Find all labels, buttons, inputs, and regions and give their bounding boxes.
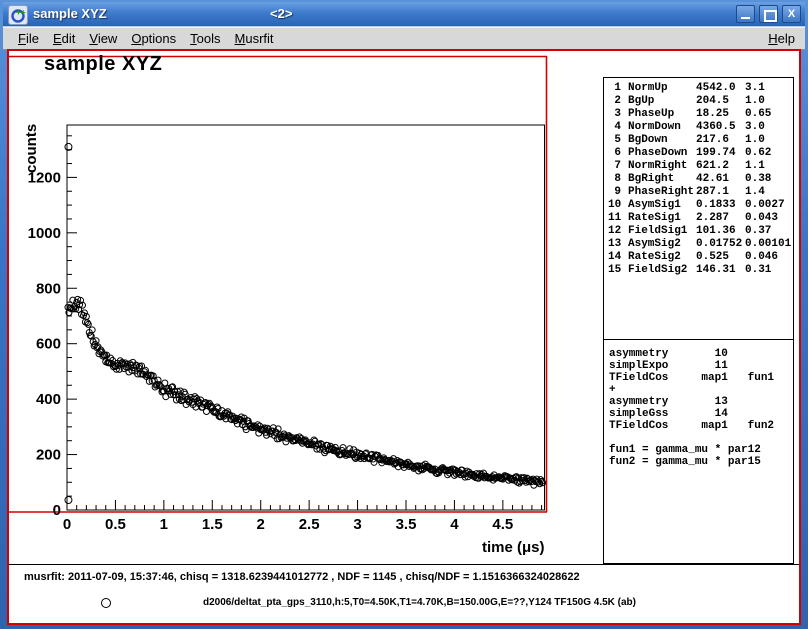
menu-item-options[interactable]: Options	[124, 30, 183, 47]
menu-item-view[interactable]: View	[82, 30, 124, 47]
root-app-icon: ++	[8, 5, 28, 25]
menu-item-musrfit[interactable]: Musrfit	[228, 30, 281, 47]
menubar: FileEditViewOptionsToolsMusrfit Help	[3, 27, 805, 50]
maximize-button[interactable]	[759, 5, 778, 23]
param-row: 13AsymSig20.017520.00101	[604, 238, 793, 251]
window-title: sample XYZ	[33, 6, 107, 21]
menu-item-help[interactable]: Help	[758, 30, 805, 47]
svg-text:3: 3	[353, 516, 361, 533]
main-plot-pad[interactable]: 00.511.522.533.544.502004006008001000120…	[9, 51, 601, 565]
svg-text:time (μs): time (μs)	[482, 539, 545, 556]
param-row: 1NormUp4542.03.1	[604, 82, 793, 95]
param-row: 2BgUp204.51.0	[604, 95, 793, 108]
root-canvas[interactable]: 00.511.522.533.544.502004006008001000120…	[7, 49, 801, 625]
svg-text:200: 200	[36, 447, 61, 464]
close-button[interactable]: X	[782, 5, 801, 23]
minimize-button[interactable]	[736, 5, 755, 23]
legend-open-circle-icon	[101, 598, 111, 608]
close-icon: X	[788, 8, 795, 20]
info-pad-separator	[9, 564, 799, 565]
musrview-window: ++ sample XYZ <2> X FileEditViewOptionsT…	[0, 0, 808, 629]
workspace-indicator: <2>	[270, 6, 292, 21]
svg-text:400: 400	[36, 391, 61, 408]
param-row: 7NormRight621.21.1	[604, 160, 793, 173]
menu-item-file[interactable]: File	[11, 30, 46, 47]
svg-text:1000: 1000	[28, 225, 61, 242]
svg-text:1: 1	[160, 516, 168, 533]
menu-item-tools[interactable]: Tools	[183, 30, 227, 47]
svg-text:++: ++	[16, 8, 26, 17]
minimize-icon	[741, 17, 750, 19]
panel-divider	[604, 339, 793, 340]
right-panel: 1NormUp4542.03.12BgUp204.51.03PhaseUp18.…	[603, 77, 794, 564]
legend-run-title: d2006/deltat_pta_gps_3110,h:5,T0=4.50K,T…	[203, 597, 636, 608]
param-row: 12FieldSig1101.360.37	[604, 225, 793, 238]
parameter-table: 1NormUp4542.03.12BgUp204.51.03PhaseUp18.…	[604, 82, 793, 277]
titlebar[interactable]: ++ sample XYZ <2> X	[3, 2, 805, 27]
svg-text:counts: counts	[23, 124, 40, 173]
plot-title: sample XYZ	[44, 53, 162, 76]
svg-text:0: 0	[53, 502, 61, 519]
maximize-icon	[764, 10, 777, 22]
param-row: 14RateSig20.5250.046	[604, 251, 793, 264]
param-row: 15FieldSig2146.310.31	[604, 264, 793, 277]
param-row: 8BgRight42.610.38	[604, 173, 793, 186]
svg-text:800: 800	[36, 280, 61, 297]
svg-text:0: 0	[63, 516, 71, 533]
menu-item-edit[interactable]: Edit	[46, 30, 82, 47]
svg-text:3.5: 3.5	[396, 516, 417, 533]
svg-text:4.5: 4.5	[492, 516, 513, 533]
param-row: 11RateSig12.2870.043	[604, 212, 793, 225]
svg-text:1.5: 1.5	[202, 516, 223, 533]
svg-text:4: 4	[450, 516, 459, 533]
svg-text:0.5: 0.5	[105, 516, 126, 533]
svg-text:600: 600	[36, 336, 61, 353]
param-row: 5BgDown217.61.0	[604, 134, 793, 147]
param-row: 10AsymSig10.18330.0027	[604, 199, 793, 212]
param-row: 9PhaseRight287.11.4	[604, 186, 793, 199]
param-row: 6PhaseDown199.740.62	[604, 147, 793, 160]
fit-status-line: musrfit: 2011-07-09, 15:37:46, chisq = 1…	[24, 571, 580, 583]
svg-text:2: 2	[257, 516, 265, 533]
svg-text:2.5: 2.5	[299, 516, 320, 533]
param-row: 3PhaseUp18.250.65	[604, 108, 793, 121]
theory-block: asymmetry 10 simplExpo 11 TFieldCos map1…	[609, 348, 774, 468]
param-row: 4NormDown4360.53.0	[604, 121, 793, 134]
